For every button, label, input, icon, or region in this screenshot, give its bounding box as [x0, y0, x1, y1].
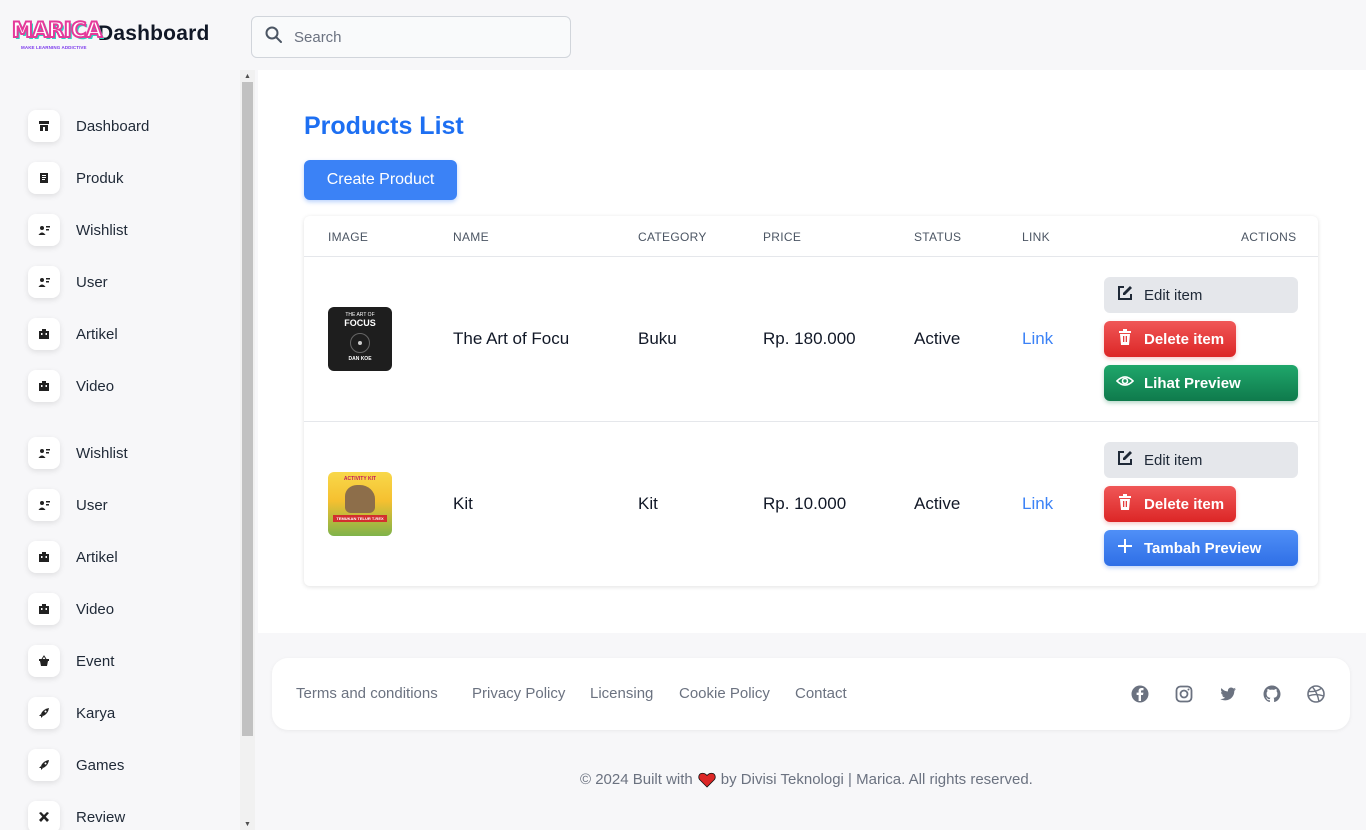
building-icon [28, 370, 60, 402]
github-icon[interactable] [1262, 684, 1282, 704]
footer: Terms and conditions Privacy Policy Lice… [272, 658, 1350, 730]
product-link[interactable]: Link [1022, 494, 1053, 514]
user-list-icon [28, 437, 60, 469]
sidebar-item-video-2[interactable]: Video [28, 593, 114, 625]
column-header-link: LINK [1022, 230, 1050, 244]
scroll-up-arrow-icon[interactable]: ▲ [240, 70, 255, 82]
edit-icon [1116, 284, 1144, 306]
sidebar-item-wishlist-2[interactable]: Wishlist [28, 437, 128, 469]
sidebar-item-review[interactable]: Review [28, 801, 125, 830]
column-header-name: NAME [453, 230, 489, 244]
page-title: Products List [304, 112, 464, 140]
user-list-icon [28, 489, 60, 521]
product-category: Buku [638, 329, 677, 348]
product-link[interactable]: Link [1022, 329, 1053, 349]
sidebar-item-produk[interactable]: Produk [28, 162, 124, 194]
column-header-category: CATEGORY [638, 230, 707, 244]
instagram-icon[interactable] [1174, 684, 1194, 704]
rocket-icon [28, 749, 60, 781]
add-preview-button[interactable]: Tambah Preview [1104, 530, 1298, 566]
product-status: Active [914, 329, 961, 348]
copyright: © 2024 Built with by Divisi Teknologi | … [580, 771, 1033, 788]
document-icon [28, 162, 60, 194]
delete-item-button[interactable]: Delete item [1104, 321, 1236, 357]
edit-item-button[interactable]: Edit item [1104, 442, 1298, 478]
product-category: Kit [638, 494, 658, 513]
product-price: Rp. 180.000 [763, 329, 856, 348]
sidebar-item-user[interactable]: User [28, 266, 108, 298]
main-content: Products List Create Product IMAGE NAME … [258, 70, 1366, 633]
edit-item-button[interactable]: Edit item [1104, 277, 1298, 313]
sidebar-item-user-2[interactable]: User [28, 489, 108, 521]
search-icon [264, 25, 284, 50]
product-name: Kit [453, 494, 473, 513]
marica-logo: MARICA MAKE LEARNING ADDICTIVE [10, 14, 103, 54]
trash-icon [1116, 493, 1144, 515]
edit-icon [1116, 449, 1144, 471]
user-list-icon [28, 266, 60, 298]
tools-icon [28, 801, 60, 830]
product-name: The Art of Focu [453, 329, 570, 348]
search-box[interactable] [251, 16, 571, 58]
row-divider [304, 256, 1318, 257]
shop-icon [28, 110, 60, 142]
sidebar: Dashboard Produk Wishlist User Artikel V… [0, 70, 240, 830]
dribbble-icon[interactable] [1306, 684, 1326, 704]
product-image: ACTIVITY KIT TEMUKAN TELUR T-REX [328, 472, 392, 536]
user-list-icon [28, 214, 60, 246]
sidebar-item-karya[interactable]: Karya [28, 697, 115, 729]
footer-link-contact[interactable]: Contact [795, 685, 847, 702]
products-table: IMAGE NAME CATEGORY PRICE STATUS LINK AC… [304, 216, 1318, 586]
footer-link-terms[interactable]: Terms and conditions [296, 685, 438, 702]
column-header-actions: ACTIONS [1241, 230, 1297, 244]
building-icon [28, 318, 60, 350]
column-header-price: PRICE [763, 230, 802, 244]
building-icon [28, 541, 60, 573]
twitter-icon[interactable] [1218, 684, 1238, 704]
product-price: Rp. 10.000 [763, 494, 847, 513]
dinosaur-illustration [345, 485, 375, 513]
product-status: Active [914, 494, 961, 513]
sidebar-item-event[interactable]: Event [28, 645, 114, 677]
scroll-down-arrow-icon[interactable]: ▼ [240, 818, 255, 830]
view-preview-button[interactable]: Lihat Preview [1104, 365, 1298, 401]
delete-item-button[interactable]: Delete item [1104, 486, 1236, 522]
column-header-image: IMAGE [328, 230, 369, 244]
footer-link-privacy[interactable]: Privacy Policy [472, 685, 565, 702]
basket-icon [28, 645, 60, 677]
logo-text: MARICA [11, 17, 103, 43]
brand[interactable]: MARICA MAKE LEARNING ADDICTIVE Dashboard [10, 14, 210, 54]
eye-icon [1115, 372, 1144, 394]
sidebar-item-games[interactable]: Games [28, 749, 124, 781]
product-image: THE ART OF FOCUS DAN KOE [328, 307, 392, 371]
search-input[interactable] [294, 28, 554, 46]
sidebar-item-wishlist[interactable]: Wishlist [28, 214, 128, 246]
footer-link-licensing[interactable]: Licensing [590, 685, 653, 702]
sidebar-scrollbar[interactable]: ▲ ▼ [240, 70, 255, 830]
trash-icon [1116, 328, 1144, 350]
app-title: Dashboard [98, 22, 210, 45]
sidebar-item-video[interactable]: Video [28, 370, 114, 402]
logo-tagline: MAKE LEARNING ADDICTIVE [21, 45, 87, 50]
sidebar-item-dashboard[interactable]: Dashboard [28, 110, 149, 142]
create-product-button[interactable]: Create Product [304, 160, 457, 200]
sidebar-item-artikel[interactable]: Artikel [28, 318, 118, 350]
rocket-icon [28, 697, 60, 729]
row-divider [304, 421, 1318, 422]
column-header-status: STATUS [914, 230, 962, 244]
plus-icon [1116, 537, 1144, 559]
sidebar-item-artikel-2[interactable]: Artikel [28, 541, 118, 573]
heart-icon [698, 772, 716, 788]
footer-link-cookie[interactable]: Cookie Policy [679, 685, 770, 702]
scrollbar-thumb[interactable] [242, 82, 253, 736]
facebook-icon[interactable] [1130, 684, 1150, 704]
building-icon [28, 593, 60, 625]
